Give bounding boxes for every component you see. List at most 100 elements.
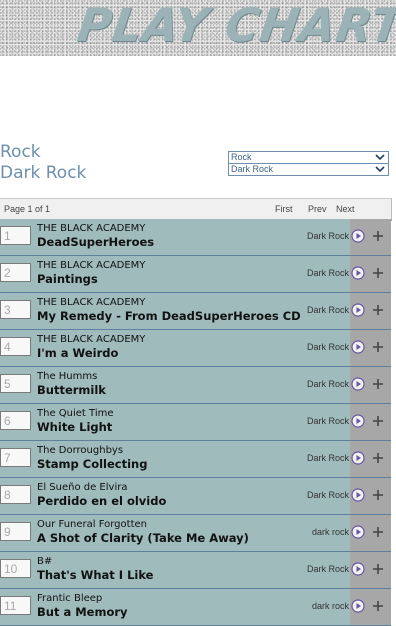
track-row: 6 The Quiet Time White Light Dark Rock xyxy=(0,404,391,441)
banner-logo: PLAY CHARTS xyxy=(74,0,396,52)
play-icon[interactable] xyxy=(351,266,365,280)
play-icon[interactable] xyxy=(351,488,365,502)
genre-heading: Rock xyxy=(0,142,41,162)
chevron-down-icon xyxy=(375,166,385,173)
plus-icon[interactable] xyxy=(372,526,384,538)
pager-bar: Page 1 of 1 First Prev Next xyxy=(0,198,392,221)
plus-icon[interactable] xyxy=(372,563,384,575)
track-genre: dark rock xyxy=(311,527,349,537)
play-icon[interactable] xyxy=(351,340,365,354)
track-controls xyxy=(350,441,391,477)
track-row: 10 B# That's What I Like Dark Rock xyxy=(0,552,391,589)
track-row: 3 THE BLACK ACADEMY My Remedy - From Dea… xyxy=(0,293,391,330)
track-controls xyxy=(350,478,391,514)
track-rank: 10 xyxy=(0,559,31,578)
track-row: 8 El Sueño de Elvira Perdido en el olvid… xyxy=(0,478,391,515)
play-icon[interactable] xyxy=(351,414,365,428)
track-title: Buttermilk xyxy=(37,383,106,397)
track-title: A Shot of Clarity (Take Me Away) xyxy=(37,531,249,545)
play-icon[interactable] xyxy=(351,599,365,613)
track-artist: THE BLACK ACADEMY xyxy=(37,334,146,345)
subgenre-select-value: Dark Rock xyxy=(231,164,274,174)
track-controls xyxy=(350,367,391,403)
track-artist: THE BLACK ACADEMY xyxy=(37,260,146,271)
track-genre: dark rock xyxy=(311,601,349,611)
track-rank: 7 xyxy=(0,448,31,467)
track-controls xyxy=(350,404,391,440)
track-rank: 2 xyxy=(0,263,31,282)
plus-icon[interactable] xyxy=(372,378,384,390)
banner: PLAY CHARTS xyxy=(0,0,396,56)
track-genre: Dark Rock xyxy=(306,564,349,574)
play-icon[interactable] xyxy=(351,229,365,243)
track-title: But a Memory xyxy=(37,605,128,619)
play-icon[interactable] xyxy=(351,303,365,317)
plus-icon[interactable] xyxy=(372,452,384,464)
track-title: Paintings xyxy=(37,272,98,286)
track-genre: Dark Rock xyxy=(306,268,349,278)
track-title: I'm a Weirdo xyxy=(37,346,119,360)
track-rank: 3 xyxy=(0,300,31,319)
chart-list: 1 THE BLACK ACADEMY DeadSuperHeroes Dark… xyxy=(0,219,391,626)
track-artist: THE BLACK ACADEMY xyxy=(37,223,146,234)
track-controls xyxy=(350,219,391,255)
play-icon[interactable] xyxy=(351,377,365,391)
first-page-link[interactable]: First xyxy=(275,204,293,214)
prev-page-link[interactable]: Prev xyxy=(308,204,327,214)
track-genre: Dark Rock xyxy=(306,231,349,241)
plus-icon[interactable] xyxy=(372,415,384,427)
track-title: My Remedy - From DeadSuperHeroes CD xyxy=(37,309,301,323)
plus-icon[interactable] xyxy=(372,341,384,353)
chevron-down-icon xyxy=(375,154,385,161)
track-rank: 4 xyxy=(0,337,31,356)
play-icon[interactable] xyxy=(351,562,365,576)
track-controls xyxy=(350,330,391,366)
track-row: 9 Our Funeral Forgotten A Shot of Clarit… xyxy=(0,515,391,552)
track-row: 7 The Dorroughbys Stamp Collecting Dark … xyxy=(0,441,391,478)
play-icon[interactable] xyxy=(351,525,365,539)
genre-select-value: Rock xyxy=(231,152,252,162)
track-title: White Light xyxy=(37,420,113,434)
track-genre: Dark Rock xyxy=(306,453,349,463)
track-rank: 11 xyxy=(0,596,31,615)
play-icon[interactable] xyxy=(351,451,365,465)
subgenre-select[interactable]: Dark Rock xyxy=(228,163,389,176)
plus-icon[interactable] xyxy=(372,267,384,279)
track-rank: 1 xyxy=(0,226,31,245)
track-rank: 6 xyxy=(0,411,31,430)
track-artist: Our Funeral Forgotten xyxy=(37,519,147,530)
page-indicator: Page 1 of 1 xyxy=(4,204,51,214)
track-rank: 5 xyxy=(0,374,31,393)
next-page-link[interactable]: Next xyxy=(336,204,355,214)
track-rank: 9 xyxy=(0,522,31,541)
track-genre: Dark Rock xyxy=(306,490,349,500)
track-row: 1 THE BLACK ACADEMY DeadSuperHeroes Dark… xyxy=(0,219,391,256)
track-controls xyxy=(350,589,391,625)
plus-icon[interactable] xyxy=(372,489,384,501)
track-title: Stamp Collecting xyxy=(37,457,148,471)
plus-icon[interactable] xyxy=(372,600,384,612)
track-artist: The Dorroughbys xyxy=(37,445,124,456)
track-artist: THE BLACK ACADEMY xyxy=(37,297,146,308)
track-artist: The Quiet Time xyxy=(37,408,114,419)
track-controls xyxy=(350,293,391,329)
track-title: Perdido en el olvido xyxy=(37,494,167,508)
subgenre-heading: Dark Rock xyxy=(0,163,87,183)
track-title: That's What I Like xyxy=(37,568,154,582)
track-row: 11 Frantic Bleep But a Memory dark rock xyxy=(0,589,391,626)
track-row: 2 THE BLACK ACADEMY Paintings Dark Rock xyxy=(0,256,391,293)
track-genre: Dark Rock xyxy=(306,416,349,426)
plus-icon[interactable] xyxy=(372,230,384,242)
track-genre: Dark Rock xyxy=(306,379,349,389)
track-row: 5 The Humms Buttermilk Dark Rock xyxy=(0,367,391,404)
track-controls xyxy=(350,552,391,588)
track-row: 4 THE BLACK ACADEMY I'm a Weirdo Dark Ro… xyxy=(0,330,391,367)
plus-icon[interactable] xyxy=(372,304,384,316)
track-artist: Frantic Bleep xyxy=(37,593,103,604)
track-rank: 8 xyxy=(0,485,31,504)
track-artist: El Sueño de Elvira xyxy=(37,482,128,493)
track-controls xyxy=(350,256,391,292)
track-controls xyxy=(350,515,391,551)
track-genre: Dark Rock xyxy=(306,305,349,315)
track-genre: Dark Rock xyxy=(306,342,349,352)
